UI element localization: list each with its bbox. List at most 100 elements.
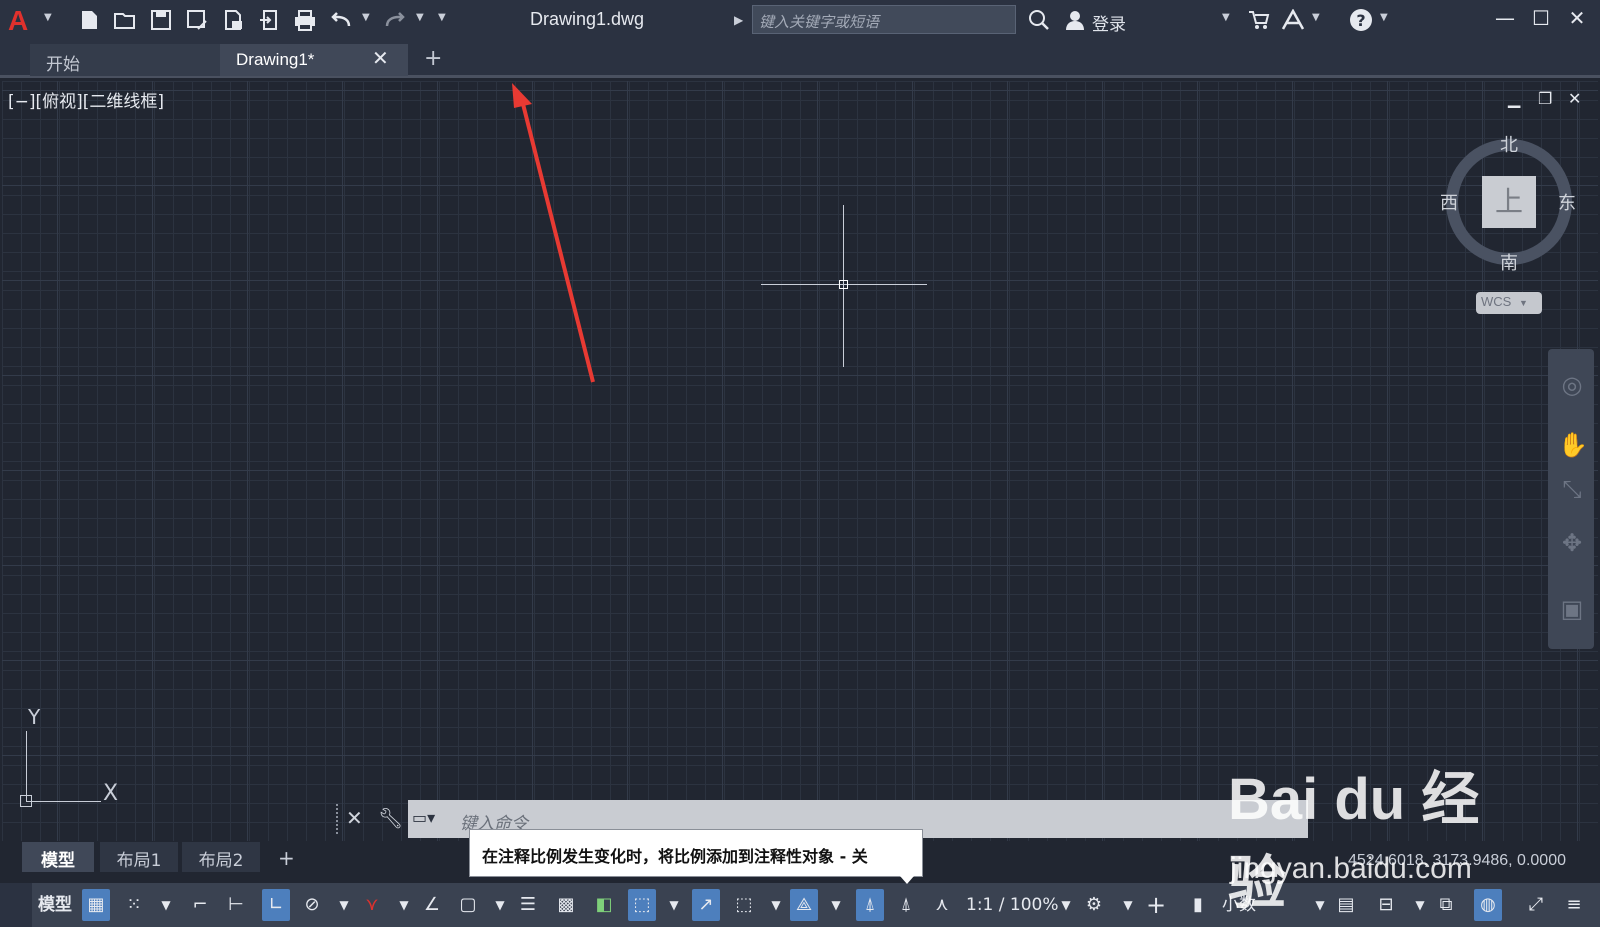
viewcube-top-face[interactable]: 上	[1482, 176, 1536, 228]
3d-object-snap-icon[interactable]: ⬚	[628, 889, 656, 921]
annotation-visibility-icon[interactable]: ⍋	[856, 889, 884, 921]
window-close-button[interactable]: ✕	[1562, 6, 1592, 34]
showmotion-icon[interactable]: ▣	[1558, 595, 1586, 623]
redo-icon[interactable]	[382, 7, 408, 33]
tooltip-pointer	[900, 876, 914, 884]
window-minimize-button[interactable]: —	[1490, 6, 1520, 34]
command-line-grip[interactable]	[336, 804, 338, 834]
viewport-minimize-icon[interactable]: ▁	[1508, 89, 1520, 108]
steering-wheel-icon[interactable]: ◎	[1558, 371, 1586, 399]
layout-tab-layout2[interactable]: 布局2	[182, 842, 260, 872]
new-icon[interactable]	[76, 7, 102, 33]
dynamic-ucs-icon[interactable]: ↗	[692, 889, 720, 921]
ortho-mode-icon[interactable]: ∟	[262, 889, 290, 921]
pan-hand-icon[interactable]: ✋	[1558, 431, 1588, 459]
search-expand-icon[interactable]: ▶	[734, 13, 744, 27]
orbit-icon[interactable]: ✥	[1558, 529, 1586, 557]
redo-dropdown-icon[interactable]: ▼	[416, 12, 426, 26]
filter-dropdown-icon[interactable]: ▼	[762, 889, 790, 921]
publish-icon[interactable]	[220, 7, 246, 33]
layout-tab-layout1[interactable]: 布局1	[100, 842, 178, 872]
login-button[interactable]: 登录	[1092, 10, 1126, 35]
transparency-icon[interactable]: ▩	[552, 889, 580, 921]
object-snap-dropdown-icon[interactable]: ▼	[486, 889, 514, 921]
command-history-icon[interactable]: ▭▾	[412, 808, 452, 830]
undo-dropdown-icon[interactable]: ▼	[362, 12, 372, 26]
cart-icon[interactable]	[1246, 7, 1272, 33]
hardware-acceleration-icon[interactable]: ◍	[1474, 889, 1502, 921]
object-snap-icon[interactable]: ▢	[454, 889, 482, 921]
viewport-controls-label[interactable]: [−][俯视][二维线框]	[8, 87, 164, 112]
wcs-menu-button[interactable]: WCS ▼	[1476, 292, 1542, 314]
lock-ui-icon[interactable]: ⊟	[1372, 889, 1400, 921]
scale-dropdown-icon[interactable]: ▼	[1052, 889, 1080, 921]
annotation-monitor-icon[interactable]: +	[1142, 889, 1170, 921]
isometric-drafting-icon[interactable]: ⋎	[358, 889, 386, 921]
help-icon[interactable]: ?	[1348, 7, 1374, 33]
lock-ui-dropdown-icon[interactable]: ▼	[1406, 889, 1434, 921]
drawing-canvas[interactable]: [−][俯视][二维线框] ▁ ❐ ✕ 上 北 南 东 西 WCS ▼ ◎ ✋ …	[2, 81, 1598, 841]
undo-icon[interactable]	[328, 7, 354, 33]
quick-properties-icon[interactable]: ▤	[1332, 889, 1360, 921]
ucs-origin-box	[20, 795, 32, 807]
viewport-restore-icon[interactable]: ❐	[1538, 89, 1552, 108]
compass-east[interactable]: 东	[1558, 189, 1576, 215]
app-menu-dropdown-icon[interactable]: ▼	[44, 12, 54, 26]
search-icon[interactable]	[1026, 7, 1052, 33]
object-snap-tracking-icon[interactable]: ∠	[418, 889, 446, 921]
viewport-close-icon[interactable]: ✕	[1568, 89, 1581, 108]
compass-south[interactable]: 南	[1500, 249, 1518, 275]
lineweight-icon[interactable]: ☰	[514, 889, 542, 921]
gizmo-dropdown-icon[interactable]: ▼	[822, 889, 850, 921]
selection-cycling-icon[interactable]: ◧	[590, 889, 618, 921]
annotation-scale-value[interactable]: 1:1 / 100%	[966, 889, 1059, 921]
customize-toolbar-icon[interactable]: ▼	[438, 12, 448, 26]
app-menu-button[interactable]: A	[8, 5, 28, 37]
open-icon[interactable]	[112, 7, 138, 33]
login-dropdown-icon[interactable]: ▼	[1222, 12, 1232, 26]
add-layout-button[interactable]: +	[268, 842, 305, 872]
compass-west[interactable]: 西	[1440, 189, 1458, 215]
export-icon[interactable]	[256, 7, 282, 33]
3d-snap-dropdown-icon[interactable]: ▼	[660, 889, 688, 921]
gizmo-icon[interactable]: ⟁	[790, 889, 818, 921]
command-close-icon[interactable]: ✕	[346, 806, 363, 830]
save-as-icon[interactable]	[184, 7, 210, 33]
window-maximize-button[interactable]: ☐	[1526, 6, 1556, 34]
model-space-button[interactable]: 模型	[38, 889, 72, 921]
tab-close-icon[interactable]: ✕	[372, 46, 389, 70]
help-dropdown-icon[interactable]: ▼	[1380, 12, 1390, 26]
isometric-dropdown-icon[interactable]: ▼	[390, 889, 418, 921]
annotation-scale-icon[interactable]: ⋏	[928, 889, 956, 921]
infer-constraints-icon[interactable]: ⌐	[186, 889, 214, 921]
auto-scale-icon[interactable]: ⍋	[892, 889, 920, 921]
snap-dropdown-icon[interactable]: ▼	[152, 889, 180, 921]
workspace-gear-icon[interactable]: ⚙	[1080, 889, 1108, 921]
a360-dropdown-icon[interactable]: ▼	[1312, 12, 1322, 26]
compass-north[interactable]: 北	[1500, 131, 1518, 157]
print-icon[interactable]	[292, 7, 318, 33]
workspace-dropdown-icon[interactable]: ▼	[1114, 889, 1142, 921]
units-icon[interactable]: ▮	[1184, 889, 1212, 921]
snap-mode-icon[interactable]: ⁙	[120, 889, 148, 921]
customization-menu-icon[interactable]: ≡	[1560, 889, 1588, 921]
grid-display-icon[interactable]: ▦	[82, 889, 110, 921]
layout-tab-model[interactable]: 模型	[22, 842, 94, 872]
search-input[interactable]: 键入关键字或短语	[752, 5, 1016, 34]
selection-filtering-icon[interactable]: ⬚	[730, 889, 758, 921]
clean-screen-icon[interactable]: ⤢	[1522, 889, 1550, 921]
units-dropdown-icon[interactable]: ▼	[1306, 889, 1334, 921]
dynamic-input-icon[interactable]: ⊢	[222, 889, 250, 921]
autodesk-a360-icon[interactable]	[1280, 7, 1306, 33]
user-icon[interactable]	[1062, 7, 1088, 33]
polar-dropdown-icon[interactable]: ▼	[330, 889, 358, 921]
new-tab-button[interactable]: +	[424, 46, 442, 71]
isolate-objects-icon[interactable]: ⧉	[1432, 889, 1460, 921]
units-select[interactable]: 小数	[1222, 889, 1256, 921]
command-customize-icon[interactable]: 🔧︎	[378, 806, 403, 830]
zoom-extents-icon[interactable]: ⤡	[1558, 475, 1586, 503]
polar-tracking-icon[interactable]: ⊘	[298, 889, 326, 921]
tab-start[interactable]: 开始	[30, 44, 220, 76]
document-tab-bar: 开始 Drawing1* ✕ +	[0, 40, 1600, 78]
save-icon[interactable]	[148, 7, 174, 33]
